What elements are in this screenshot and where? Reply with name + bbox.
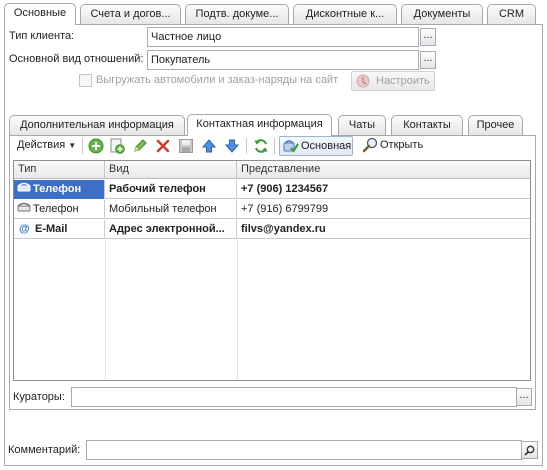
tab-discount-cards[interactable]: Дисконтные к... xyxy=(293,4,397,24)
cell-type: Телефон xyxy=(14,200,105,219)
move-down-icon[interactable] xyxy=(224,138,240,154)
magnifier-icon xyxy=(362,137,378,153)
curators-select-button[interactable]: ... xyxy=(516,388,532,406)
curators-field[interactable] xyxy=(71,387,517,407)
ellipsis-text: ... xyxy=(519,389,529,401)
tab-label: Подтв. докуме... xyxy=(195,8,279,20)
delete-icon[interactable] xyxy=(155,138,171,154)
tab-documents[interactable]: Документы xyxy=(401,4,483,24)
column-header-value[interactable]: Представление xyxy=(237,161,530,179)
table-header: Тип Вид Представление xyxy=(14,161,530,179)
set-main-label: Основная xyxy=(301,140,352,152)
toolbar-separator xyxy=(246,138,247,154)
tab-label: Документы xyxy=(413,8,471,20)
cell-type-text: Телефон xyxy=(33,203,79,215)
tab-label: Счета и догов... xyxy=(90,8,171,20)
phone-icon xyxy=(17,200,33,218)
comment-search-button[interactable] xyxy=(521,441,538,459)
open-label: Открыть xyxy=(380,139,424,151)
phone-icon xyxy=(17,180,33,198)
toolbar-separator xyxy=(82,138,83,154)
column-divider xyxy=(105,240,106,380)
actions-menu-button[interactable]: Действия ▼ xyxy=(17,136,76,156)
table-row[interactable]: Телефон Рабочий телефон +7 (906) 1234567 xyxy=(14,180,530,199)
actions-label: Действия xyxy=(17,139,66,151)
curators-label: Кураторы: xyxy=(13,391,65,403)
cell-kind: Рабочий телефон xyxy=(105,180,237,199)
tab-label: Основные xyxy=(13,7,67,19)
copy-add-icon[interactable] xyxy=(109,138,125,154)
tab-chats[interactable]: Чаты xyxy=(338,115,386,135)
cell-type-text: Телефон xyxy=(33,183,82,195)
contact-info-table[interactable]: Тип Вид Представление Телефон Рабочий те… xyxy=(13,160,531,381)
table-row[interactable]: Телефон Мобильный телефон +7 (916) 67997… xyxy=(14,200,530,219)
tab-label: CRM xyxy=(498,8,525,20)
client-type-label: Тип клиента: xyxy=(9,30,75,42)
tab-label: Контакты xyxy=(403,119,451,131)
cell-value: +7 (906) 1234567 xyxy=(241,183,329,195)
column-header-type[interactable]: Тип xyxy=(14,161,105,179)
refresh-icon[interactable] xyxy=(253,138,269,154)
relation-type-label: Основной вид отношений: xyxy=(9,53,144,65)
tab-label: Прочее xyxy=(476,119,515,131)
dropdown-arrow-icon: ▼ xyxy=(68,141,77,150)
export-cars-checkbox[interactable] xyxy=(79,74,92,87)
search-icon xyxy=(524,445,535,459)
set-main-button[interactable]: Основная xyxy=(279,136,353,156)
cell-value: filvs@yandex.ru xyxy=(241,223,326,235)
configure-button[interactable]: Настроить xyxy=(351,71,435,91)
cell-kind: Мобильный телефон xyxy=(105,200,237,219)
tab-confirm-documents[interactable]: Подтв. докуме... xyxy=(185,4,289,24)
comment-label: Комментарий: xyxy=(8,444,81,456)
comment-field[interactable] xyxy=(86,440,522,460)
at-icon: @ xyxy=(19,223,30,235)
ellipsis-text: ... xyxy=(423,52,433,64)
tab-additional-info[interactable]: Дополнительная информация xyxy=(9,115,185,135)
configure-button-label: Настроить xyxy=(376,75,430,87)
column-divider xyxy=(237,240,238,380)
client-type-select-button[interactable]: ... xyxy=(420,28,436,46)
add-icon[interactable] xyxy=(88,138,104,154)
relation-type-field[interactable]: Покупатель xyxy=(147,50,419,70)
table-row[interactable]: @ E-Mail Адрес электронной... filvs@yande… xyxy=(14,220,530,239)
tab-label: Дисконтные к... xyxy=(305,8,385,20)
column-header-kind[interactable]: Вид xyxy=(105,161,237,179)
tab-main[interactable]: Основные xyxy=(4,3,76,25)
cell-type: Телефон xyxy=(14,180,105,199)
cell-type: @ E-Mail xyxy=(14,220,105,239)
toolbar-separator xyxy=(274,138,275,154)
move-up-icon[interactable] xyxy=(201,138,217,154)
relation-type-select-button[interactable]: ... xyxy=(420,51,436,69)
tab-accounts-contracts[interactable]: Счета и догов... xyxy=(80,4,181,24)
tab-other[interactable]: Прочее xyxy=(468,115,523,135)
tab-label: Дополнительная информация xyxy=(20,119,174,131)
cell-kind: Адрес электронной... xyxy=(105,220,237,239)
ellipsis-text: ... xyxy=(423,29,433,41)
edit-icon[interactable] xyxy=(132,138,148,154)
tab-contacts[interactable]: Контакты xyxy=(391,115,463,135)
phone-check-icon xyxy=(283,138,299,154)
tab-contact-info[interactable]: Контактная информация xyxy=(187,114,332,136)
tab-label: Контактная информация xyxy=(196,118,323,130)
configure-icon xyxy=(356,74,370,88)
open-button[interactable]: Открыть xyxy=(362,136,428,156)
export-cars-label: Выгружать автомобили и заказ-наряды на с… xyxy=(96,74,339,86)
tab-crm[interactable]: CRM xyxy=(487,4,536,24)
cell-type-text: E-Mail xyxy=(35,223,68,235)
client-type-field[interactable]: Частное лицо xyxy=(147,27,419,47)
tab-label: Чаты xyxy=(348,119,376,131)
save-icon[interactable] xyxy=(178,138,194,154)
cell-value: +7 (916) 6799799 xyxy=(241,203,329,215)
